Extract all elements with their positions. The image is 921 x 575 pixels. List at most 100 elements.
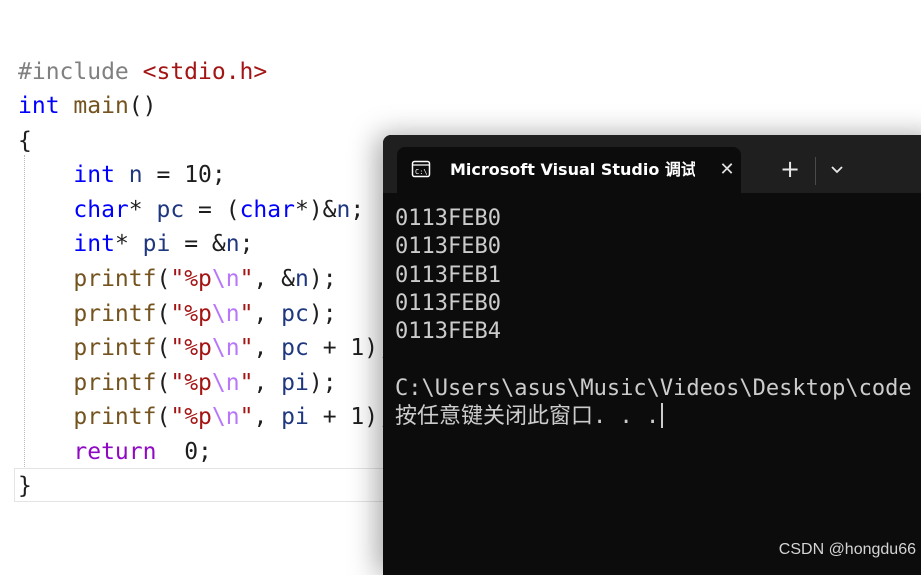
code-line: } (18, 469, 32, 503)
code-token: ; (350, 197, 365, 223)
code-token: main (73, 93, 129, 119)
code-token: = ( (184, 197, 240, 223)
code-token: 1 (350, 404, 365, 430)
code-token: printf (73, 404, 157, 430)
code-token: printf (73, 370, 157, 396)
code-token: { (18, 128, 32, 154)
code-line: printf("%p\n", pc); (18, 297, 337, 331)
code-token: char (239, 197, 295, 223)
code-token: #include (18, 59, 143, 85)
debug-console-window[interactable]: C:\ Microsoft Visual Studio 调试控制台 ✕ + 01… (383, 135, 921, 575)
code-token: ); (308, 266, 337, 292)
console-app-icon: C:\ (411, 160, 431, 178)
code-token: 10 (184, 162, 212, 188)
code-token: + (308, 335, 351, 361)
code-token: ); (308, 370, 337, 396)
code-token: \n (211, 301, 240, 327)
chevron-down-icon[interactable] (825, 157, 849, 181)
code-line: printf("%p\n", &n); (18, 262, 337, 296)
code-token: n (128, 162, 143, 188)
console-line: 按任意键关闭此窗口. . . (395, 403, 664, 431)
code-line: int n = 10; (18, 158, 226, 192)
code-token: ); (308, 301, 337, 327)
code-token: " (239, 370, 254, 396)
code-token: \n (211, 335, 240, 361)
text-cursor (661, 403, 664, 429)
code-token: pi (281, 370, 309, 396)
tab-title: Microsoft Visual Studio 调试控制台 (450, 160, 695, 179)
code-token: pi (281, 404, 309, 430)
console-line: 0113FEB0 (395, 205, 501, 233)
console-line-text: 0113FEB0 (395, 290, 501, 316)
titlebar-divider (815, 157, 816, 185)
code-token: , (253, 404, 282, 430)
code-token: "%p (170, 370, 212, 396)
terminal-titlebar: C:\ Microsoft Visual Studio 调试控制台 ✕ + (383, 135, 921, 193)
code-token: "%p (170, 266, 212, 292)
code-token: "%p (170, 404, 212, 430)
code-line: { (18, 124, 32, 158)
code-token: ; (211, 162, 226, 188)
code-line: printf("%p\n", pc + 1); (18, 331, 392, 365)
code-token: return (73, 439, 157, 465)
code-token: ( (156, 370, 171, 396)
code-token: <stdio.h> (142, 59, 268, 85)
code-line: char* pc = (char*)&n; (18, 193, 364, 227)
close-tab-button[interactable]: ✕ (715, 158, 739, 182)
code-token: \n (211, 266, 240, 292)
code-token: " (239, 404, 254, 430)
code-token: ( (156, 266, 171, 292)
console-line-text: 0113FEB1 (395, 262, 501, 288)
code-token: ( (156, 335, 171, 361)
code-token: ( (156, 301, 171, 327)
code-token: n (295, 266, 309, 292)
code-token: printf (73, 335, 157, 361)
code-token: "%p (170, 301, 212, 327)
code-token: int (18, 93, 60, 119)
code-token: pi (142, 231, 171, 257)
code-line: int* pi = &n; (18, 227, 253, 261)
code-token: pc (281, 301, 309, 327)
code-token: = (142, 162, 185, 188)
code-token: " (239, 301, 254, 327)
code-token: () (128, 93, 157, 119)
code-token: + (308, 404, 351, 430)
terminal-tab[interactable]: C:\ Microsoft Visual Studio 调试控制台 ✕ (397, 147, 741, 193)
code-token: = & (170, 231, 226, 257)
code-token: \n (211, 404, 240, 430)
console-line-text: 0113FEB4 (395, 319, 501, 345)
code-token: pc (156, 197, 185, 223)
console-line-text: 0113FEB0 (395, 234, 501, 260)
code-line: printf("%p\n", pi + 1); (18, 400, 392, 434)
current-line-highlight (14, 468, 394, 502)
code-token: pc (281, 335, 309, 361)
code-token: * (128, 197, 157, 223)
console-output[interactable]: 0113FEB0 0113FEB0 0113FEB1 0113FEB0 0113FEB4… (395, 205, 921, 565)
code-token: "%p (170, 335, 212, 361)
console-line: C:\Users\asus\Music\Videos\Desktop\code (395, 375, 912, 403)
console-line: 0113FEB1 (395, 262, 501, 290)
code-token: , (253, 335, 282, 361)
code-token: , (253, 370, 282, 396)
new-tab-button[interactable]: + (777, 156, 803, 182)
code-token: " (239, 266, 254, 292)
code-token: 0 (184, 439, 199, 465)
code-token: \n (211, 370, 240, 396)
code-token: " (239, 335, 254, 361)
code-token: int (73, 162, 115, 188)
code-token: n (336, 197, 351, 223)
console-line-text: 0113FEB0 (395, 206, 501, 231)
console-line: 0113FEB0 (395, 290, 501, 318)
console-line: 0113FEB0 (395, 233, 501, 261)
code-token: } (18, 473, 32, 499)
code-token: ( (156, 404, 171, 430)
code-token: char (73, 197, 129, 223)
code-line: return 0; (18, 435, 212, 469)
